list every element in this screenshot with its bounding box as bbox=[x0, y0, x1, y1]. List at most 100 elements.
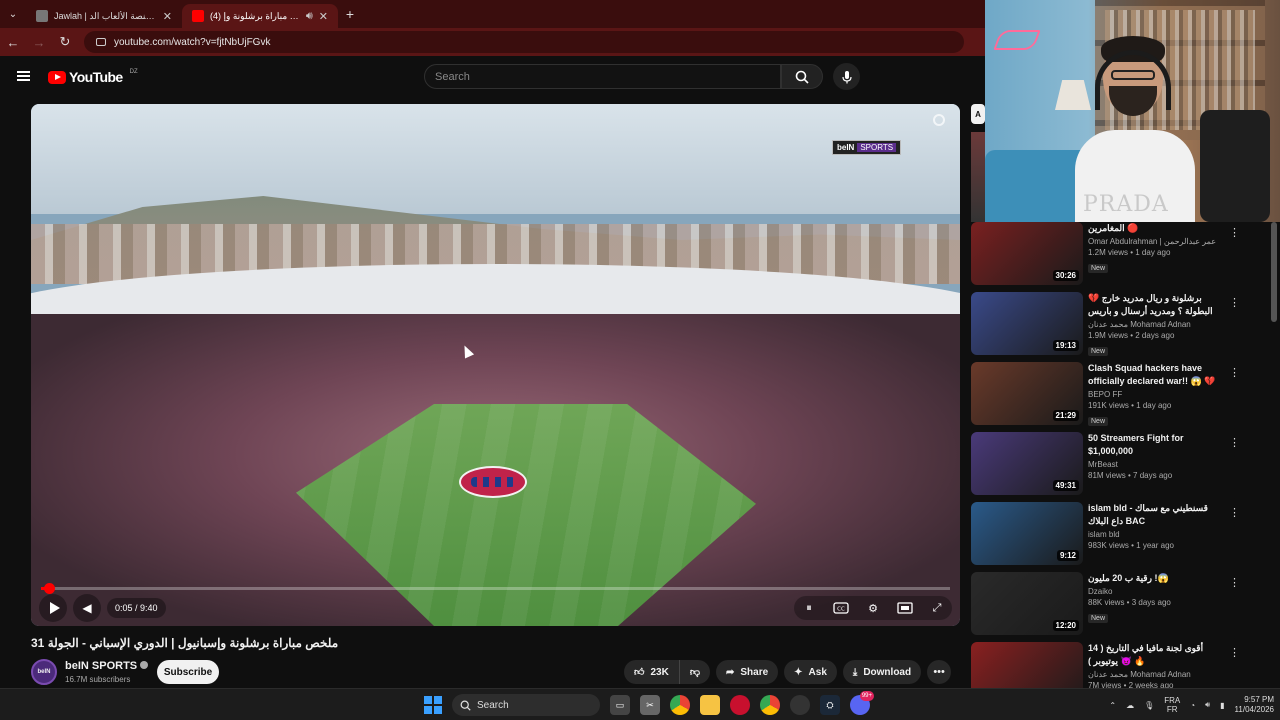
battery-icon[interactable]: ▮ bbox=[1220, 701, 1224, 710]
channel-avatar[interactable]: beIN bbox=[31, 659, 57, 685]
voice-search-button[interactable] bbox=[833, 63, 860, 90]
chrome-icon[interactable] bbox=[670, 695, 690, 715]
app-icon[interactable] bbox=[790, 695, 810, 715]
channel-name-row[interactable]: beIN SPORTS bbox=[65, 660, 149, 672]
channel-name[interactable]: Omar Abdulrahman | عمر عبدالرحمن bbox=[1088, 237, 1216, 246]
search-button[interactable] bbox=[781, 64, 823, 89]
wifi-icon[interactable]: ◔ bbox=[1190, 701, 1195, 710]
channel-name[interactable]: محمد عدنان Mohamad Adnan bbox=[1088, 320, 1216, 329]
windows-start-icon[interactable] bbox=[424, 696, 442, 714]
dislike-button[interactable]: 👎︎ bbox=[679, 660, 710, 684]
video-title[interactable]: 50 Streamers Fight for $1,000,000 bbox=[1088, 432, 1216, 458]
video-title[interactable]: المغامرين 🔴 bbox=[1088, 222, 1216, 235]
clock[interactable]: 9:57 PM 11/04/2026 bbox=[1235, 695, 1274, 715]
taskbar-search[interactable]: Search bbox=[452, 694, 600, 716]
video-title: ملخص مباراة برشلونة وإسبانيول | الدوري ا… bbox=[31, 636, 339, 650]
recommendation-item[interactable]: 12:20 رقية ب 20 مليون !😱 Dzaiko 88K views •… bbox=[971, 572, 1271, 638]
recommendation-item[interactable]: 9:12 islam bld - قسنطيني مع سماك داع البل… bbox=[971, 502, 1271, 568]
video-thumbnail[interactable]: 12:20 bbox=[971, 572, 1083, 635]
discord-icon[interactable]: 99+ bbox=[850, 691, 874, 715]
channel-name[interactable]: beIN SPORTS bbox=[65, 660, 137, 672]
channel-name[interactable]: MrBeast bbox=[1088, 460, 1216, 469]
opera-icon[interactable] bbox=[730, 695, 750, 715]
video-title[interactable]: islam bld - قسنطيني مع سماك داع البلاك B… bbox=[1088, 502, 1216, 528]
new-tab-button[interactable]: + bbox=[338, 6, 362, 22]
video-title[interactable]: أقوى لجنة مافيا في التاريخ ( 14 يوتيوبر … bbox=[1088, 642, 1216, 668]
recommendation-item[interactable]: 30:26 المغامرين 🔴 Omar Abdulrahman | عمر ع… bbox=[971, 222, 1271, 288]
progress-bar[interactable] bbox=[41, 583, 950, 594]
video-title[interactable]: 💔 برشلونة و ريال مدريد خارج البطولة ؟ وم… bbox=[1088, 292, 1216, 318]
volume-tray-icon[interactable]: 🔊︎ bbox=[1205, 700, 1210, 710]
mic-tray-icon[interactable]: 🎙︎ bbox=[1144, 701, 1154, 710]
video-title[interactable]: Clash Squad hackers have officially decl… bbox=[1088, 362, 1216, 388]
chevron-up-icon[interactable]: ⌃ bbox=[1109, 701, 1116, 710]
sidebar-scrollbar[interactable] bbox=[1271, 222, 1277, 322]
close-tab-icon[interactable]: ✕ bbox=[319, 10, 328, 23]
bein-sports-badge: beIN SPORTS bbox=[832, 140, 902, 155]
video-title[interactable]: رقية ب 20 مليون !😱 bbox=[1088, 572, 1216, 585]
settings-gear-icon[interactable]: ⚙︎ bbox=[864, 600, 882, 616]
snipping-tool-icon[interactable]: ✂︎ bbox=[640, 695, 660, 715]
partial-thumbnail[interactable] bbox=[971, 132, 985, 222]
subscribe-button[interactable]: Subscribe bbox=[157, 660, 219, 684]
browser-tab-youtube[interactable]: (4) ملخص مباراة برشلونة وإ 🔊︎ ✕ bbox=[182, 4, 338, 28]
video-meta: رقية ب 20 مليون !😱 Dzaiko 88K views • 3 da… bbox=[1088, 572, 1216, 625]
video-meta: أقوى لجنة مافيا في التاريخ ( 14 يوتيوبر … bbox=[1088, 642, 1216, 690]
action-bar: 👍︎ 23K 👎︎ ➦ Share ✦ Ask ⤓ Download ••• bbox=[624, 660, 952, 684]
recommendation-item[interactable]: 21:29 Clash Squad hackers have officially… bbox=[971, 362, 1271, 428]
play-button[interactable] bbox=[39, 594, 67, 622]
video-thumbnail[interactable]: 9:12 bbox=[971, 502, 1083, 565]
video-player[interactable]: beIN SPORTS ◀︎ 0:05 / 9:40 ⏸︎ CC ⚙︎ ⤢ bbox=[31, 104, 960, 626]
more-vertical-icon[interactable]: ⋮ bbox=[1229, 296, 1240, 309]
volume-button[interactable]: ◀︎ bbox=[73, 594, 101, 622]
more-actions-button[interactable]: ••• bbox=[927, 660, 952, 684]
video-meta: Clash Squad hackers have officially decl… bbox=[1088, 362, 1216, 428]
like-button[interactable]: 👍︎ 23K bbox=[624, 660, 680, 684]
recommendation-item[interactable]: 19:13 💔 برشلونة و ريال مدريد خارج البطولة… bbox=[971, 292, 1271, 358]
browser-tab-jawlah[interactable]: Jawlah | جولة - منصة الألعاب الد ✕ bbox=[26, 4, 182, 28]
more-vertical-icon[interactable]: ⋮ bbox=[1229, 506, 1240, 519]
country-code: DZ bbox=[129, 69, 138, 75]
filter-chip[interactable]: A bbox=[971, 104, 985, 124]
fullscreen-icon[interactable]: ⤢ bbox=[928, 600, 946, 616]
file-explorer-icon[interactable] bbox=[700, 695, 720, 715]
video-thumbnail[interactable]: 21:29 bbox=[971, 362, 1083, 425]
info-icon[interactable] bbox=[933, 114, 945, 126]
more-vertical-icon[interactable]: ⋮ bbox=[1229, 646, 1240, 659]
more-vertical-icon[interactable]: ⋮ bbox=[1229, 436, 1240, 449]
forward-arrow-icon[interactable]: → bbox=[32, 35, 46, 50]
site-info-icon[interactable] bbox=[96, 38, 106, 46]
video-stats: 1.2M views • 1 day ago bbox=[1088, 248, 1171, 257]
channel-name[interactable]: Dzaiko bbox=[1088, 587, 1216, 596]
reload-icon[interactable]: ↻ bbox=[58, 34, 72, 50]
close-tab-icon[interactable]: ✕ bbox=[163, 10, 172, 23]
steam-icon[interactable]: ⛭ bbox=[820, 695, 840, 715]
url-field[interactable]: youtube.com/watch?v=fjtNbUjFGvk bbox=[84, 31, 964, 53]
ask-button[interactable]: ✦ Ask bbox=[784, 660, 837, 684]
video-thumbnail[interactable]: 19:13 bbox=[971, 292, 1083, 355]
channel-name[interactable]: BEPO FF bbox=[1088, 390, 1216, 399]
download-button[interactable]: ⤓ Download bbox=[842, 660, 922, 684]
video-thumbnail[interactable]: 49:31 bbox=[971, 432, 1083, 495]
video-thumbnail[interactable]: 30:26 bbox=[971, 222, 1083, 285]
task-view-icon[interactable]: ▭ bbox=[610, 695, 630, 715]
channel-name[interactable]: محمد عدنان Mohamad Adnan bbox=[1088, 670, 1216, 679]
recommendation-item[interactable]: 49:31 50 Streamers Fight for $1,000,000 Mr… bbox=[971, 432, 1271, 498]
back-arrow-icon[interactable]: ← bbox=[6, 35, 20, 50]
search-input[interactable]: Search bbox=[424, 64, 781, 89]
speaker-icon[interactable]: 🔊︎ bbox=[306, 10, 313, 23]
share-button[interactable]: ➦ Share bbox=[715, 660, 779, 684]
captions-icon[interactable]: CC bbox=[832, 600, 850, 616]
language-indicator[interactable]: FRA FR bbox=[1164, 696, 1180, 714]
menu-icon[interactable] bbox=[17, 71, 30, 81]
tab-search-chevron-icon[interactable]: ⌄ bbox=[0, 0, 26, 28]
more-vertical-icon[interactable]: ⋮ bbox=[1229, 576, 1240, 589]
more-vertical-icon[interactable]: ⋮ bbox=[1229, 226, 1240, 239]
autoplay-toggle-icon[interactable]: ⏸︎ bbox=[800, 600, 818, 616]
more-vertical-icon[interactable]: ⋮ bbox=[1229, 366, 1240, 379]
chrome-active-icon[interactable] bbox=[760, 695, 780, 715]
channel-name[interactable]: islam bld bbox=[1088, 530, 1216, 539]
onedrive-icon[interactable]: ☁︎ bbox=[1126, 701, 1134, 710]
youtube-logo[interactable]: YouTube DZ bbox=[48, 69, 138, 85]
theater-mode-icon[interactable] bbox=[896, 600, 914, 616]
